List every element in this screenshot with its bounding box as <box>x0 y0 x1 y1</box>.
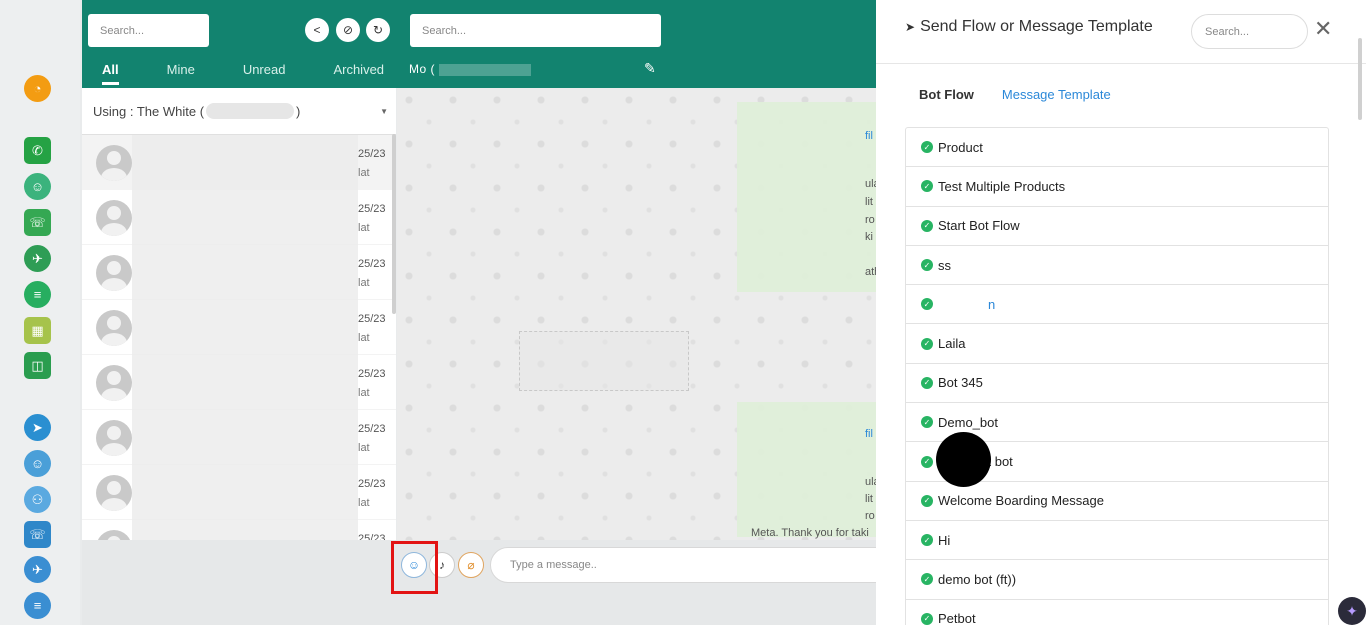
panel-search-input[interactable]: Search... <box>1191 14 1308 49</box>
message-bubble <box>737 102 876 292</box>
check-circle-icon: ✓ <box>921 219 933 232</box>
check-circle-icon: ✓ <box>921 534 933 547</box>
check-circle-icon: ✓ <box>921 298 933 311</box>
avatar <box>96 255 132 291</box>
number-selector-label: Using : The White ( <box>93 103 205 119</box>
check-circle-icon: ✓ <box>921 141 933 154</box>
telegram-chat-icon[interactable]: ≡ <box>24 592 51 619</box>
conversation-row[interactable]: 25/23lat <box>82 300 396 355</box>
check-circle-icon: ✓ <box>921 573 933 586</box>
flow-item[interactable]: ✓ Hi <box>906 521 1328 561</box>
bot-icon[interactable]: ☺ <box>24 173 51 200</box>
shopping-bag-icon[interactable]: ◫ <box>24 352 51 379</box>
close-icon[interactable]: ✕ <box>1314 18 1332 40</box>
panel-header: ➤ Send Flow or Message Template Search..… <box>876 0 1366 64</box>
flow-item[interactable]: ✓ Laila <box>906 324 1328 364</box>
tab-all[interactable]: All <box>102 62 119 85</box>
avatar <box>96 475 132 511</box>
check-circle-icon: ✓ <box>921 180 933 193</box>
avatar <box>96 145 132 181</box>
check-circle-icon: ✓ <box>921 337 933 350</box>
message-bubble <box>737 402 876 537</box>
send-flow-panel: ➤ Send Flow or Message Template Search..… <box>876 0 1366 625</box>
tab-archived[interactable]: Archived <box>333 62 384 85</box>
back-arrow-icon[interactable]: < <box>305 18 329 42</box>
tab-message-template[interactable]: Message Template <box>1002 87 1111 102</box>
catalog-icon[interactable]: ▦ <box>24 317 51 344</box>
flow-item[interactable]: ✓ Product <box>906 128 1328 168</box>
dashboard-gauge-icon[interactable]: ◔ <box>24 75 51 102</box>
redaction-dot <box>936 432 991 487</box>
panel-scrollbar[interactable] <box>1358 38 1362 120</box>
chat-bubble-icon[interactable]: ≡ <box>24 281 51 308</box>
app-rail: ◔ ✆ ☺ ☏ ✈ ≡ ▦ ◫ ➤ ☺ ⚇ ☏ ✈ ≡ <box>0 0 80 625</box>
avatar <box>96 200 132 236</box>
caret-down-icon: ▼ <box>380 107 388 116</box>
bot-flow-list: ✓ Product ✓ Test Multiple Products ✓ Start … <box>905 127 1329 625</box>
flow-item[interactable]: ✓ demo bot (ft)) <box>906 560 1328 600</box>
tab-unread[interactable]: Unread <box>243 62 286 85</box>
broadcast-icon[interactable]: ✈ <box>24 245 51 272</box>
check-circle-icon: ✓ <box>921 612 933 625</box>
conversation-row[interactable]: 25/23lat <box>82 465 396 520</box>
flow-item[interactable]: ✓ Welcome Boarding Message <box>906 482 1328 521</box>
mute-bell-icon[interactable]: ⊘ <box>336 18 360 42</box>
telegram-broadcast-icon[interactable]: ✈ <box>24 556 51 583</box>
check-circle-icon: ✓ <box>921 455 933 468</box>
telegram-icon[interactable]: ➤ <box>24 414 51 441</box>
panel-title: ➤ Send Flow or Message Template <box>905 18 1153 35</box>
conversation-row[interactable]: 25/23lat <box>82 190 396 245</box>
check-circle-icon: ✓ <box>921 376 933 389</box>
active-contact-name: Mo ( <box>409 62 531 76</box>
inbox-tabs: All Mine Unread Archived <box>102 62 432 85</box>
flow-item[interactable]: ✓ ss <box>906 246 1328 286</box>
attachment-icon[interactable]: ⌀ <box>458 552 484 578</box>
flow-item[interactable]: ✓ Bot 345 <box>906 364 1328 404</box>
edit-icon[interactable]: ✎ <box>644 60 656 77</box>
highlight-box <box>391 541 438 594</box>
list-scrollbar[interactable] <box>392 134 396 314</box>
conversation-row[interactable]: 25/23lat <box>82 245 396 300</box>
telegram-bot-icon[interactable]: ☺ <box>24 450 51 477</box>
refresh-icon[interactable]: ↻ <box>366 18 390 42</box>
check-circle-icon: ✓ <box>921 259 933 272</box>
chat-area: fil ula lit ro ki ath fil ula lit ro Met… <box>397 88 876 593</box>
conversation-list: Using : The White () ▼ 25/23 lat 25/23 lat… <box>82 88 396 593</box>
flow-item[interactable]: ✓ Start Bot Flow <box>906 207 1328 246</box>
group-users-icon[interactable]: ⚇ <box>24 486 51 513</box>
send-icon: ➤ <box>905 20 916 34</box>
check-circle-icon: ✓ <box>921 494 933 507</box>
tab-bot-flow[interactable]: Bot Flow <box>919 87 974 102</box>
media-placeholder <box>519 331 689 391</box>
conversation-row[interactable]: 25/23lat <box>82 355 396 410</box>
number-selector[interactable]: Using : The White () ▼ <box>82 88 396 135</box>
avatar <box>96 420 132 456</box>
flow-item[interactable]: ✓ Test Multiple Products <box>906 167 1328 207</box>
message-text: Meta. Thank you for taki <box>751 527 869 539</box>
flow-item[interactable]: ✓ n <box>906 285 1328 325</box>
conversation-row[interactable]: 25/23lat <box>82 410 396 465</box>
phone-contacts-icon[interactable]: ☏ <box>24 209 51 236</box>
conversation-search-input[interactable]: Search... <box>88 14 209 47</box>
panel-tabs: Bot Flow Message Template <box>919 87 1111 102</box>
message-input[interactable]: Type a message.. <box>490 547 890 583</box>
check-circle-icon: ✓ <box>921 416 933 429</box>
avatar <box>96 365 132 401</box>
ai-assistant-sparkle-icon[interactable]: ✦ <box>1338 597 1366 625</box>
whatsapp-icon[interactable]: ✆ <box>24 137 51 164</box>
tab-mine[interactable]: Mine <box>167 62 195 85</box>
inbox-header: Search... < ⊘ ↻ Search... All Mine Unrea… <box>82 0 876 88</box>
flow-item[interactable]: ✓ Petbot <box>906 600 1328 625</box>
avatar <box>96 310 132 346</box>
telegram-phone-icon[interactable]: ☏ <box>24 521 51 548</box>
conversation-row[interactable]: 25/23lat <box>82 135 396 190</box>
chat-search-input[interactable]: Search... <box>410 14 661 47</box>
